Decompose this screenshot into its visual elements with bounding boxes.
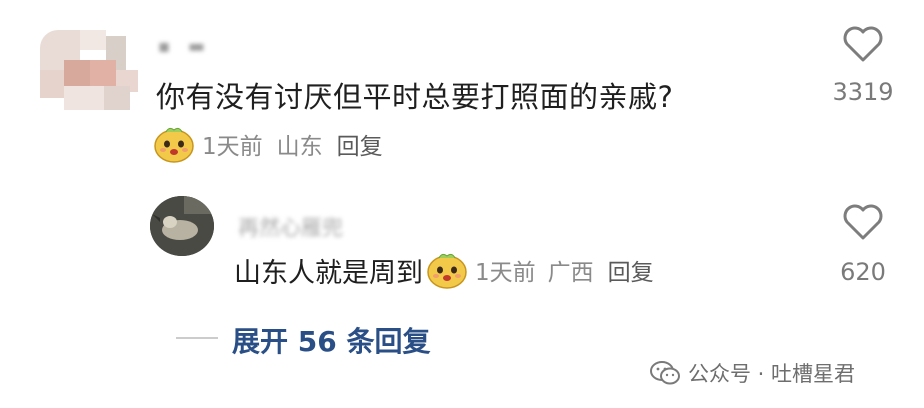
replier-name[interactable]: 再然心雁兜 xyxy=(238,212,343,242)
reply-text: 山东人就是周到 xyxy=(234,257,423,289)
comment-like-count: 3319 xyxy=(832,78,894,106)
reply-like-count: 620 xyxy=(840,258,886,286)
comment-location: 山东 xyxy=(276,134,323,160)
yellow-mascot-icon xyxy=(425,250,469,290)
commenter-avatar[interactable] xyxy=(40,30,138,110)
reply-time: 1天前 xyxy=(475,260,536,286)
heart-icon xyxy=(841,26,885,68)
expand-divider xyxy=(176,337,218,339)
comment-meta: 1天前 山东 回复 xyxy=(152,124,383,164)
watermark-text: 公众号 · 吐槽星君 xyxy=(688,362,856,386)
comment-like-button[interactable]: 3319 xyxy=(818,24,908,106)
comment-text: 你有没有讨厌但平时总要打照面的亲戚? xyxy=(156,80,674,114)
comment-time: 1天前 xyxy=(202,134,263,160)
wechat-icon xyxy=(650,360,680,386)
reply-row: 山东人就是周到 1天前 广西 回复 xyxy=(234,250,654,290)
watermark: 公众号 · 吐槽星君 xyxy=(650,358,855,388)
expand-replies-button[interactable]: 展开 56 条回复 xyxy=(232,320,430,360)
yellow-mascot-icon xyxy=(152,124,196,164)
reply-like-button[interactable]: 620 xyxy=(818,202,908,286)
reply-reply-button[interactable]: 回复 xyxy=(608,253,654,287)
heart-icon xyxy=(841,204,885,246)
comment-reply-button[interactable]: 回复 xyxy=(337,127,383,161)
replier-avatar[interactable] xyxy=(150,196,214,256)
reply-location: 广西 xyxy=(547,260,594,286)
commenter-name[interactable]: ▪ ▬ xyxy=(158,36,211,57)
